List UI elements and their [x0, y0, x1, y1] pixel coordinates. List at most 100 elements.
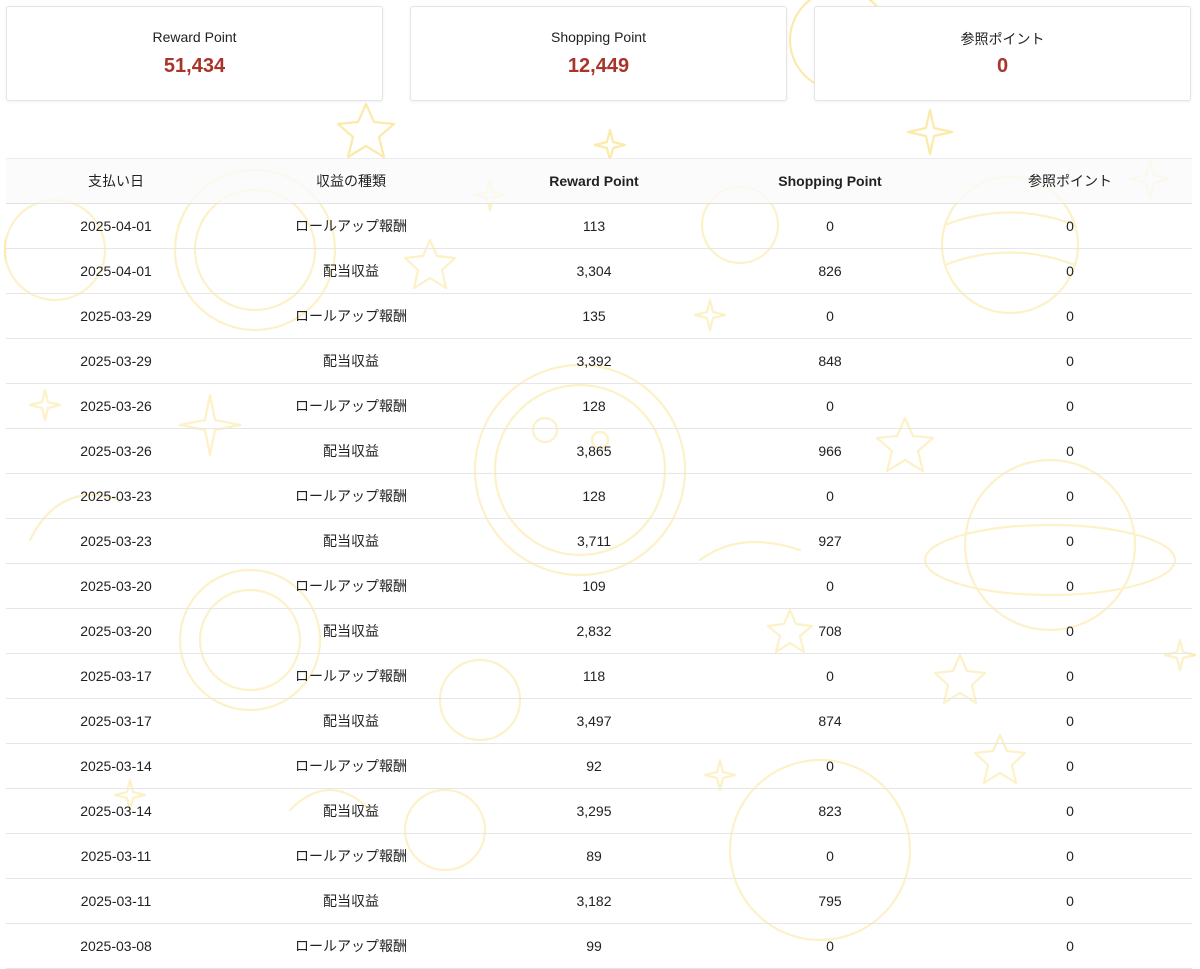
cell-reference-point: 0 [1066, 353, 1074, 369]
table-row: 2025-03-17 ロールアップ報酬 118 0 0 [6, 653, 1192, 699]
cell-date: 2025-04-01 [80, 263, 152, 279]
cell-date: 2025-03-17 [80, 713, 152, 729]
cell-shopping-point: 0 [826, 848, 834, 864]
table-row: 2025-03-23 ロールアップ報酬 128 0 0 [6, 473, 1192, 519]
cell-shopping-point: 0 [826, 668, 834, 684]
table-row: 2025-03-17 配当収益 3,497 874 0 [6, 698, 1192, 744]
header-earning-type: 収益の種類 [316, 173, 386, 189]
cell-type: ロールアップ報酬 [295, 218, 407, 234]
cell-shopping-point: 795 [818, 893, 842, 909]
cell-reference-point: 0 [1066, 533, 1074, 549]
cell-type: 配当収益 [323, 893, 379, 909]
cell-shopping-point: 0 [826, 488, 834, 504]
cell-reference-point: 0 [1066, 443, 1074, 459]
cell-reward-point: 128 [582, 398, 606, 414]
cell-date: 2025-03-11 [80, 893, 152, 909]
cell-shopping-point: 0 [826, 398, 834, 414]
cell-shopping-point: 927 [818, 533, 842, 549]
cell-reference-point: 0 [1066, 803, 1074, 819]
cell-type: ロールアップ報酬 [295, 578, 407, 594]
cell-date: 2025-03-14 [80, 758, 152, 774]
cell-type: 配当収益 [323, 263, 379, 279]
cell-shopping-point: 708 [818, 623, 842, 639]
table-row: 2025-04-01 配当収益 3,304 826 0 [6, 248, 1192, 294]
cell-type: ロールアップ報酬 [295, 398, 407, 414]
card-label: Reward Point [152, 29, 237, 45]
cell-type: 配当収益 [323, 623, 379, 639]
cell-type: ロールアップ報酬 [295, 308, 407, 324]
cell-date: 2025-03-14 [80, 803, 152, 819]
cell-shopping-point: 874 [818, 713, 842, 729]
header-shopping-point: Shopping Point [778, 173, 882, 189]
cell-reward-point: 135 [582, 308, 606, 324]
cell-type: ロールアップ報酬 [295, 938, 407, 954]
table-row: 2025-03-14 配当収益 3,295 823 0 [6, 788, 1192, 834]
cell-reward-point: 3,295 [576, 803, 612, 819]
cell-reward-point: 128 [582, 488, 606, 504]
cell-reference-point: 0 [1066, 893, 1074, 909]
cell-shopping-point: 966 [818, 443, 842, 459]
cell-reference-point: 0 [1066, 488, 1074, 504]
earnings-history-table-container: 支払い日 収益の種類 Reward Point Shopping Point 参… [6, 158, 1192, 969]
cell-shopping-point: 823 [818, 803, 842, 819]
header-payment-date: 支払い日 [88, 173, 144, 189]
cell-shopping-point: 0 [826, 938, 834, 954]
cell-reference-point: 0 [1066, 758, 1074, 774]
cell-date: 2025-03-08 [80, 938, 152, 954]
cell-type: 配当収益 [323, 713, 379, 729]
cell-reward-point: 3,865 [576, 443, 612, 459]
table-row: 2025-03-20 ロールアップ報酬 109 0 0 [6, 563, 1192, 609]
earnings-history-table: 支払い日 収益の種類 Reward Point Shopping Point 参… [6, 158, 1192, 969]
reference-point-card: 参照ポイント 0 [814, 6, 1191, 101]
cell-date: 2025-03-29 [80, 353, 152, 369]
cell-reward-point: 89 [586, 848, 602, 864]
cell-shopping-point: 826 [818, 263, 842, 279]
cell-reward-point: 3,497 [576, 713, 612, 729]
cell-type: 配当収益 [323, 443, 379, 459]
shopping-point-card: Shopping Point 12,449 [410, 6, 787, 101]
cell-date: 2025-04-01 [80, 218, 152, 234]
table-row: 2025-03-29 ロールアップ報酬 135 0 0 [6, 293, 1192, 339]
cell-reference-point: 0 [1066, 218, 1074, 234]
cell-reward-point: 3,711 [577, 533, 611, 549]
table-row: 2025-03-20 配当収益 2,832 708 0 [6, 608, 1192, 654]
cell-reference-point: 0 [1066, 848, 1074, 864]
cell-reference-point: 0 [1066, 308, 1074, 324]
cell-reward-point: 92 [586, 758, 602, 774]
reward-point-card: Reward Point 51,434 [6, 6, 383, 101]
cell-reference-point: 0 [1066, 668, 1074, 684]
cell-reward-point: 3,392 [576, 353, 612, 369]
cell-shopping-point: 0 [826, 578, 834, 594]
cell-reference-point: 0 [1066, 713, 1074, 729]
cell-reward-point: 2,832 [576, 623, 612, 639]
cell-reference-point: 0 [1066, 398, 1074, 414]
table-row: 2025-03-11 ロールアップ報酬 89 0 0 [6, 833, 1192, 879]
table-row: 2025-03-26 ロールアップ報酬 128 0 0 [6, 383, 1192, 429]
card-value: 0 [996, 55, 1009, 77]
cell-type: ロールアップ報酬 [295, 758, 407, 774]
table-header-row: 支払い日 収益の種類 Reward Point Shopping Point 参… [6, 158, 1192, 204]
cell-reference-point: 0 [1066, 578, 1074, 594]
table-row: 2025-03-26 配当収益 3,865 966 0 [6, 428, 1192, 474]
cell-date: 2025-03-23 [80, 533, 152, 549]
table-row: 2025-03-08 ロールアップ報酬 99 0 0 [6, 923, 1192, 969]
cell-shopping-point: 0 [826, 218, 834, 234]
cell-reference-point: 0 [1066, 623, 1074, 639]
cell-reward-point: 118 [582, 668, 606, 684]
cell-date: 2025-03-11 [80, 848, 152, 864]
cell-reference-point: 0 [1066, 938, 1074, 954]
cell-reward-point: 99 [586, 938, 602, 954]
table-row: 2025-03-14 ロールアップ報酬 92 0 0 [6, 743, 1192, 789]
cell-reward-point: 3,182 [576, 893, 612, 909]
table-row: 2025-04-01 ロールアップ報酬 113 0 0 [6, 203, 1192, 249]
cell-reward-point: 3,304 [576, 263, 612, 279]
cell-shopping-point: 0 [826, 308, 834, 324]
header-reference-point: 参照ポイント [1028, 173, 1112, 189]
cell-date: 2025-03-23 [80, 488, 152, 504]
cell-type: ロールアップ報酬 [295, 668, 407, 684]
cell-reward-point: 109 [582, 578, 606, 594]
cell-date: 2025-03-20 [80, 623, 152, 639]
cell-reward-point: 113 [582, 218, 606, 234]
card-label: Shopping Point [551, 29, 646, 45]
cell-date: 2025-03-29 [80, 308, 152, 324]
